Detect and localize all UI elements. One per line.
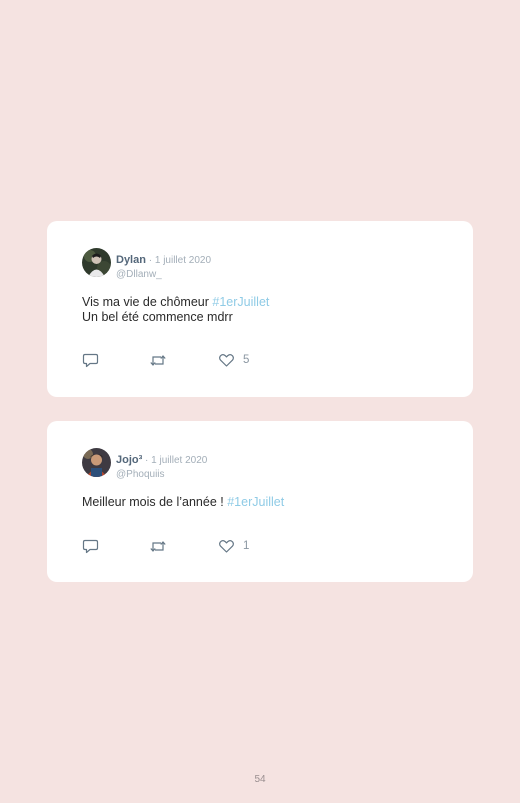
like-button[interactable]: 5: [218, 351, 249, 369]
tweet-text: Meilleur mois de l’année ! #1erJuillet: [82, 495, 284, 510]
avatar[interactable]: [82, 448, 111, 477]
like-count: 5: [243, 354, 250, 366]
heart-icon: [219, 353, 234, 367]
avatar[interactable]: [82, 248, 111, 277]
page-number: 54: [254, 774, 266, 785]
like-count: 1: [243, 540, 250, 552]
retweet-button[interactable]: [149, 351, 167, 369]
retweet-icon: [150, 354, 166, 366]
hashtag-link[interactable]: #1erJuillet: [212, 295, 269, 309]
reply-icon: [82, 353, 99, 367]
tweet-actions: 5: [82, 351, 302, 369]
tweet-text: Vis ma vie de chômeur #1erJuillet Un bel…: [82, 295, 269, 325]
tweet-text-line: Vis ma vie de chômeur: [82, 295, 213, 309]
tweet-text-line: Meilleur mois de l’année !: [82, 495, 228, 509]
reply-button[interactable]: [82, 351, 99, 369]
hashtag-link[interactable]: #1erJuillet: [227, 495, 284, 509]
author-handle[interactable]: @Dllanw_: [116, 269, 211, 280]
reply-icon: [82, 539, 99, 553]
reply-button[interactable]: [82, 537, 99, 555]
tweet-text-line: Un bel été commence mdrr: [82, 310, 233, 324]
like-button[interactable]: 1: [218, 537, 249, 555]
retweet-button[interactable]: [149, 537, 167, 555]
tweet-date: · 1 juillet 2020: [145, 255, 212, 266]
retweet-icon: [150, 540, 166, 552]
author-handle[interactable]: @Phoquiis: [116, 469, 207, 480]
tweet-date: · 1 juillet 2020: [142, 455, 208, 466]
author-name[interactable]: Jojo³: [116, 454, 142, 466]
tweet-card: Jojo³ · 1 juillet 2020 @Phoquiis Meilleu…: [47, 421, 473, 582]
tweet-card: Dylan · 1 juillet 2020 @Dllanw_ Vis ma v…: [47, 221, 473, 397]
heart-icon: [219, 539, 234, 553]
author-name[interactable]: Dylan: [116, 254, 146, 266]
tweet-actions: 1: [82, 537, 302, 555]
